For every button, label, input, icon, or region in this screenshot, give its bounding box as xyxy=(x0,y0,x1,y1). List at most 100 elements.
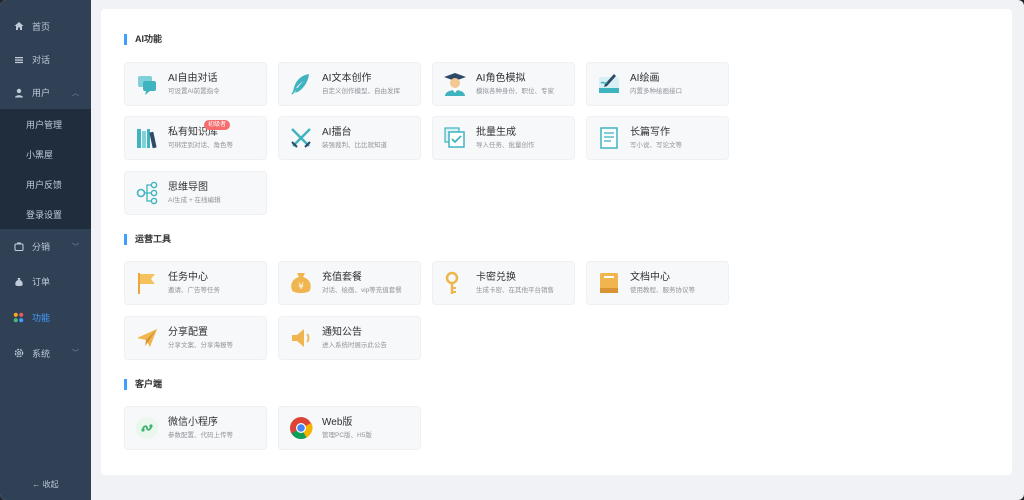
card-desc: 模拟各种身份、职位、专家 xyxy=(476,88,554,95)
sidebar-item-label: 首页 xyxy=(32,21,51,32)
sidebar-subitem-blacklist[interactable]: 小黑屋 xyxy=(0,139,91,169)
sidebar-item-label: 用户 xyxy=(32,88,51,98)
feature-card-ai-painting[interactable]: AI绘画内置多种绘画接口 xyxy=(586,62,729,106)
card-desc: 内置多种绘画接口 xyxy=(630,88,682,95)
sidebar-item-user[interactable]: 用户 ︿ xyxy=(0,76,91,109)
card-desc: 装强裁判、比比就知道 xyxy=(322,142,387,149)
card-name: 批量生成 xyxy=(476,127,516,138)
arrow-left-icon: ← xyxy=(32,480,41,489)
main-panel: AI功能 AI自由对话 可设置AI前置指令 AI文本创作 自定义创作模型、自由发挥 … xyxy=(101,9,1012,475)
crossed-swords-icon xyxy=(291,128,311,148)
batch-icon xyxy=(444,127,465,148)
mini-program-icon xyxy=(136,417,158,439)
chevron-down-icon: ﹀ xyxy=(72,350,79,357)
section-title-ai: AI功能 xyxy=(124,34,162,45)
sidebar-subitem-user-management[interactable]: 用户管理 xyxy=(0,109,91,139)
sidebar-item-label: 分销 xyxy=(32,242,51,252)
chat-bubble-icon xyxy=(138,76,156,95)
document-icon xyxy=(600,127,618,149)
feature-card-recharge[interactable]: ¥ 充值套餐对话、绘画、vip等充值套餐 xyxy=(278,261,421,305)
card-desc: 可设置AI前置指令 xyxy=(168,88,220,95)
paper-plane-icon xyxy=(137,329,157,347)
sidebar-item-orders[interactable]: 订单 xyxy=(0,264,91,299)
sidebar-item-distribution[interactable]: 分销 ﹀ xyxy=(0,229,91,264)
card-desc: 生成卡密、在其他平台销售 xyxy=(476,287,554,294)
books-icon xyxy=(137,129,157,149)
chevron-down-icon: ﹀ xyxy=(72,243,79,251)
feature-card-ai-chat[interactable]: AI自由对话可设置AI前置指令 xyxy=(124,62,267,106)
card-name: AI擂台 xyxy=(322,127,352,138)
card-desc: 参数配置、代码上传等 xyxy=(168,432,233,439)
feature-card-knowledge-base[interactable]: 私有知识库 可绑定到对话、角色等 初级者 xyxy=(124,116,267,160)
card-desc: 写小说、写论文等 xyxy=(630,142,682,149)
sidebar-item-home[interactable]: 首页 xyxy=(0,9,91,43)
feature-card-share-config[interactable]: 分享配置分享文案、分享海报等 xyxy=(124,316,267,360)
card-desc: 对话、绘画、vip等充值套餐 xyxy=(322,287,402,294)
app-frame: 首页 对话 用户 ︿ 用户管理 小黑屋 用户反馈 登录设置 分销 ﹀ 订单 功能… xyxy=(0,0,1024,500)
svg-text:¥: ¥ xyxy=(298,282,304,292)
card-name: 微信小程序 xyxy=(168,417,218,428)
gear-icon xyxy=(13,348,24,359)
feature-card-web[interactable]: Web版管理PC版、H5版 xyxy=(278,406,421,450)
order-bag-icon xyxy=(13,276,24,287)
feature-card-doc-center[interactable]: 文档中心 使用教程、服务协议等 xyxy=(586,261,729,305)
card-name: 任务中心 xyxy=(168,272,208,283)
section-title-operations: 运营工具 xyxy=(124,234,171,245)
card-desc: AI生成 + 在线编辑 xyxy=(168,197,221,204)
card-name: 分享配置 xyxy=(168,327,208,338)
card-name: 思维导图 xyxy=(168,182,208,193)
card-name: 通知公告 xyxy=(322,327,362,338)
feature-card-announcement[interactable]: 通知公告 进入系统时展示此公告 xyxy=(278,316,421,360)
card-desc: 导入任务、批量创作 xyxy=(476,142,535,149)
collapse-label: 收起 xyxy=(42,480,59,489)
sidebar-subitem-login-settings[interactable]: 登录设置 xyxy=(0,199,91,229)
feature-card-ai-arena[interactable]: AI擂台装强裁判、比比就知道 xyxy=(278,116,421,160)
card-desc: 分享文案、分享海报等 xyxy=(168,342,233,349)
feature-card-task-center[interactable]: 任务中心邀请、广告等任务 xyxy=(124,261,267,305)
feature-card-wechat-miniprogram[interactable]: 微信小程序参数配置、代码上传等 xyxy=(124,406,267,450)
grid-icon xyxy=(13,312,24,323)
card-name: 文档中心 xyxy=(630,272,670,283)
feature-card-batch-generate[interactable]: 批量生成导入任务、批量创作 xyxy=(432,116,575,160)
home-icon xyxy=(13,21,24,32)
key-icon xyxy=(445,271,459,294)
card-name: AI文本创作 xyxy=(322,73,372,84)
card-name: AI绘画 xyxy=(630,73,660,84)
section-title-client: 客户端 xyxy=(124,379,162,390)
sidebar-item-features[interactable]: 功能 xyxy=(0,299,91,335)
feather-icon xyxy=(291,74,309,95)
sidebar-item-label: 功能 xyxy=(32,312,51,323)
card-name: 卡密兑换 xyxy=(476,272,516,283)
card-desc: 邀请、广告等任务 xyxy=(168,287,220,294)
sidebar: 首页 对话 用户 ︿ 用户管理 小黑屋 用户反馈 登录设置 分销 ﹀ 订单 功能… xyxy=(0,0,91,500)
sidebar-subitem-feedback[interactable]: 用户反馈 xyxy=(0,169,91,199)
chrome-icon xyxy=(290,417,313,439)
paint-icon xyxy=(599,74,619,93)
graduate-icon xyxy=(444,73,466,96)
card-name: 充值套餐 xyxy=(322,272,362,283)
card-name: 长篇写作 xyxy=(630,127,670,138)
flag-icon xyxy=(138,273,155,294)
sidebar-item-chat[interactable]: 对话 xyxy=(0,43,91,76)
distribution-icon xyxy=(13,241,24,252)
card-name: Web版 xyxy=(322,417,353,428)
mindmap-icon xyxy=(136,181,158,205)
feature-card-long-writing[interactable]: 长篇写作写小说、写论文等 xyxy=(586,116,729,160)
money-bag-icon: ¥ xyxy=(291,273,311,293)
level-badge: 初级者 xyxy=(204,120,231,130)
feature-card-mindmap[interactable]: 思维导图 AI生成 + 在线编辑 xyxy=(124,171,267,215)
feature-card-card-redeem[interactable]: 卡密兑换生成卡密、在其他平台销售 xyxy=(432,261,575,305)
card-desc: 管理PC版、H5版 xyxy=(322,432,372,439)
feature-card-ai-role[interactable]: AI角色模拟 模拟各种身份、职位、专家 xyxy=(432,62,575,106)
user-submenu: 用户管理 小黑屋 用户反馈 登录设置 xyxy=(0,109,91,229)
sidebar-item-label: 订单 xyxy=(32,277,51,287)
sidebar-item-label: 对话 xyxy=(32,55,51,65)
sidebar-item-label: 系统 xyxy=(32,348,51,359)
collapse-button[interactable]: ← 收起 xyxy=(0,479,91,490)
sidebar-item-system[interactable]: 系统 ﹀ xyxy=(0,335,91,371)
feature-card-ai-writing[interactable]: AI文本创作自定义创作模型、自由发挥 xyxy=(278,62,421,106)
card-name: AI自由对话 xyxy=(168,73,218,84)
list-icon xyxy=(13,54,24,65)
card-desc: 可绑定到对话、角色等 xyxy=(168,142,233,149)
card-desc: 自定义创作模型、自由发挥 xyxy=(322,88,400,95)
